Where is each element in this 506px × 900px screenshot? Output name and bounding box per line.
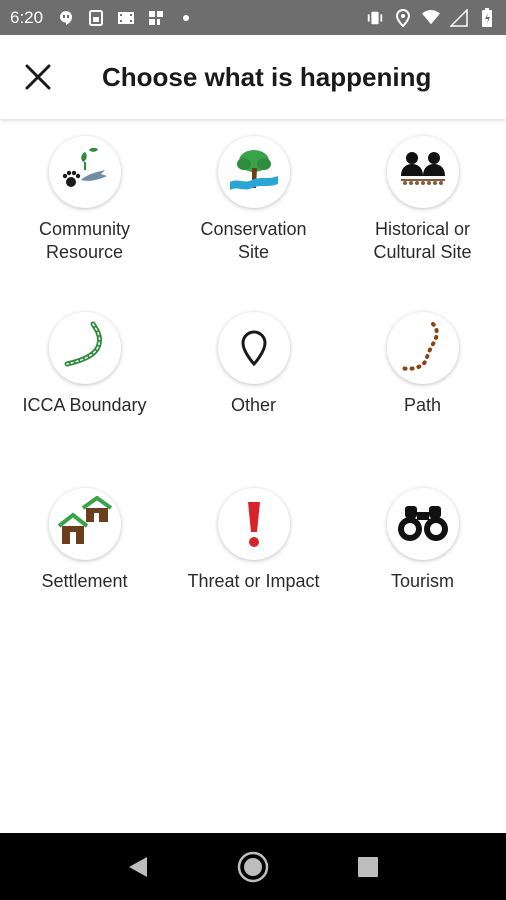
icon-circle [386,312,459,384]
icon-circle [48,136,121,208]
signal-icon [450,8,468,27]
path-icon [398,322,439,371]
tile-label: Community Resource [38,219,131,262]
historical-cultural-icon [400,152,445,185]
tile-label: Historical or Cultural Site [373,219,472,262]
battery-icon [478,7,496,27]
recents-icon [358,856,379,877]
film-icon [117,9,135,27]
category-conservation-site[interactable]: Conservation Site [169,136,338,264]
icon-circle [386,488,459,560]
system-nav-bar [0,833,506,900]
close-button[interactable] [18,57,58,97]
category-tourism[interactable]: Tourism [338,488,506,593]
app-icon [147,9,165,27]
icon-circle [217,136,290,208]
page-title: Choose what is happening [102,61,432,92]
tile-label: Threat or Impact [187,571,320,591]
conservation-site-icon [229,150,278,190]
wifi-icon [422,9,440,27]
status-bar: 6:20 [0,0,506,35]
location-icon [394,8,412,27]
category-path[interactable]: Path [338,312,506,417]
tile-label: Path [403,395,442,415]
recents-button[interactable] [348,847,388,887]
icon-circle [386,136,459,208]
map-pin-icon [240,330,267,367]
home-icon [237,851,269,882]
category-threat-or-impact[interactable]: Threat or Impact [169,488,338,593]
icon-circle [48,488,121,560]
tile-label: Tourism [390,571,454,591]
icon-circle [217,488,290,560]
home-button[interactable] [233,847,273,887]
tile-label: ICCA Boundary [22,395,147,415]
status-time: 6:20 [10,7,44,27]
dot-icon [177,9,195,27]
exclamation-icon [247,502,260,547]
back-icon [128,856,147,877]
icca-boundary-icon [64,321,102,367]
category-community-resource[interactable]: Community Resource [0,136,169,264]
binoculars-icon [397,506,448,541]
sim-card-icon [87,9,105,27]
close-icon [25,64,51,90]
hangouts-icon [57,9,75,27]
tile-label: Conservation Site [200,219,307,262]
icon-circle [217,312,290,384]
category-settlement[interactable]: Settlement [0,488,169,593]
category-historical-cultural-site[interactable]: Historical or Cultural Site [338,136,506,264]
tile-label: Other [230,395,277,415]
settlement-icon [57,496,112,544]
community-resource-icon [62,147,107,187]
vibrate-icon [366,9,384,27]
category-icca-boundary[interactable]: ICCA Boundary [0,312,169,417]
app-bar: Choose what is happening [0,35,506,119]
category-other[interactable]: Other [169,312,338,417]
icon-circle [48,312,121,384]
back-button[interactable] [118,847,158,887]
tile-label: Settlement [41,571,128,591]
